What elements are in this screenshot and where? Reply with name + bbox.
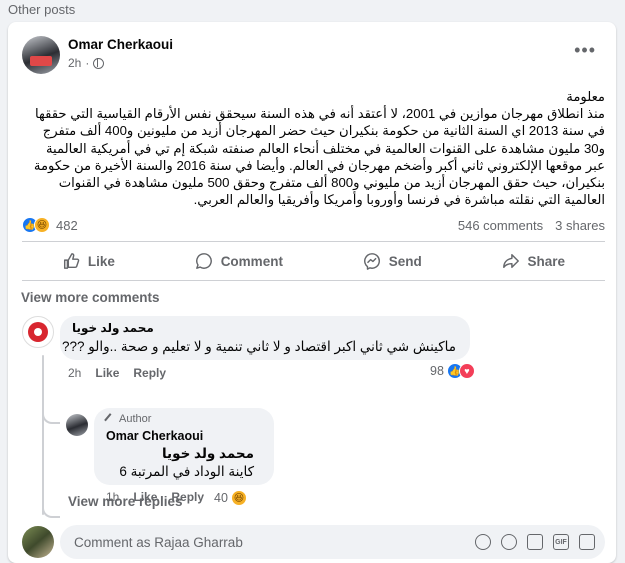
- more-options-icon[interactable]: •••: [574, 40, 596, 61]
- thumbs-up-icon: [63, 253, 80, 269]
- share-label: Share: [527, 253, 566, 269]
- pen-icon: [104, 412, 117, 426]
- comment-bubble: محمد ولد خويا ماكينش شي ثاني اكبر اقتصاد…: [60, 316, 470, 360]
- reply-reaction-count: 40: [214, 491, 228, 505]
- post-text-line: و30 مليون مشاهدة على القنوات العالمية في…: [45, 140, 605, 156]
- comment-placeholder: Comment as Rajaa Gharrab: [74, 534, 243, 550]
- divider: [22, 280, 605, 281]
- send-button[interactable]: Send: [345, 248, 440, 274]
- reply-mention[interactable]: محمد ولد خويا: [162, 446, 254, 462]
- gif-icon[interactable]: GIF: [553, 534, 569, 550]
- share-arrow-icon: [502, 253, 519, 269]
- reply-author-avatar[interactable]: [66, 414, 88, 436]
- reply-author-name[interactable]: Omar Cherkaoui: [106, 429, 203, 443]
- post-author-name[interactable]: Omar Cherkaoui: [68, 37, 173, 52]
- post-text-line: معلومة: [566, 89, 605, 104]
- emoji-icon[interactable]: [501, 534, 517, 550]
- section-title: Other posts: [8, 2, 76, 17]
- divider: [22, 241, 605, 242]
- view-more-comments-link[interactable]: View more comments: [21, 290, 160, 305]
- club-logo-icon: [28, 322, 48, 342]
- author-badge: Author: [104, 412, 152, 426]
- post-card: Omar Cherkaoui 2h · ••• معلومة منذ انطلا…: [8, 22, 616, 563]
- thread-connector: [42, 400, 60, 424]
- post-text-line: بنكيران، حيث حقق المهرجان أزيد من مليوني…: [58, 175, 605, 191]
- love-reaction-icon: ♥: [458, 363, 475, 379]
- comment-like-link[interactable]: Like: [95, 366, 119, 380]
- avatar-sticker-icon[interactable]: [475, 534, 491, 550]
- comment-reaction-count: 98: [430, 364, 444, 378]
- like-button[interactable]: Like: [44, 248, 133, 274]
- shares-count[interactable]: 3 shares: [555, 218, 605, 233]
- reaction-count: 482: [56, 217, 78, 233]
- globe-icon: [93, 57, 105, 69]
- thread-line: [42, 355, 44, 515]
- view-more-replies-link[interactable]: View more replies: [68, 494, 183, 509]
- post-text-line: عبر موقعها الإلكتروني ثاني أكبر وأضخم مه…: [33, 157, 605, 173]
- post-text-line: منذ انطلاق مهرجان موازين في 2001، لا أعت…: [34, 106, 605, 122]
- comment-input[interactable]: Comment as Rajaa Gharrab GIF: [60, 525, 605, 559]
- composer-tools: GIF: [475, 534, 595, 550]
- camera-icon[interactable]: [527, 534, 543, 550]
- author-badge-label: Author: [119, 413, 152, 425]
- post-actions: Like Comment Send Share: [22, 246, 605, 276]
- post-time[interactable]: 2h: [68, 56, 81, 70]
- send-label: Send: [388, 253, 422, 269]
- comment-text: ماكينش شي ثاني اكبر اقتصاد و لا ثاني تنم…: [61, 339, 456, 354]
- like-label: Like: [87, 253, 115, 269]
- reaction-count-button[interactable]: 👍 😆 482: [22, 217, 78, 233]
- thread-connector: [42, 492, 60, 518]
- post-text-line: العالمية التي نقلته مباشرة في فرنسا وأور…: [193, 192, 605, 208]
- reply-text: كاينة الوداد في المرتبة 6: [119, 464, 254, 479]
- commenter-name[interactable]: محمد ولد خويا: [72, 321, 154, 335]
- current-user-avatar[interactable]: [22, 526, 54, 558]
- comment-time[interactable]: 2h: [68, 366, 81, 380]
- comments-count[interactable]: 546 comments: [458, 218, 543, 233]
- post-meta: 2h ·: [68, 56, 105, 70]
- reply-bubble: Author Omar Cherkaoui محمد ولد خويا كاين…: [94, 408, 274, 485]
- post-author-avatar[interactable]: [22, 36, 60, 74]
- reply-reactions[interactable]: 40 😆: [212, 489, 249, 507]
- comment-reactions[interactable]: 98 👍 ♥: [428, 362, 477, 380]
- messenger-icon: [363, 253, 380, 270]
- post-text: معلومة منذ انطلاق مهرجان موازين في 2001،…: [22, 88, 605, 208]
- haha-reaction-icon: 😆: [34, 217, 50, 233]
- haha-reaction-icon: 😆: [230, 490, 247, 506]
- comment-label: Comment: [220, 253, 283, 269]
- sticker-icon[interactable]: [579, 534, 595, 550]
- commenter-avatar[interactable]: [22, 316, 54, 348]
- post-text-line: في سنة 2013 اي السنة الثانية من حكومة بن…: [42, 123, 605, 139]
- comment-actions: 2h Like Reply: [68, 366, 166, 380]
- comment-button[interactable]: Comment: [177, 248, 301, 274]
- reactions-summary: 👍 😆 482 546 comments 3 shares: [22, 214, 605, 236]
- comment-bubble-icon: [195, 253, 212, 269]
- share-button[interactable]: Share: [484, 248, 584, 274]
- comment-reply-link[interactable]: Reply: [133, 366, 166, 380]
